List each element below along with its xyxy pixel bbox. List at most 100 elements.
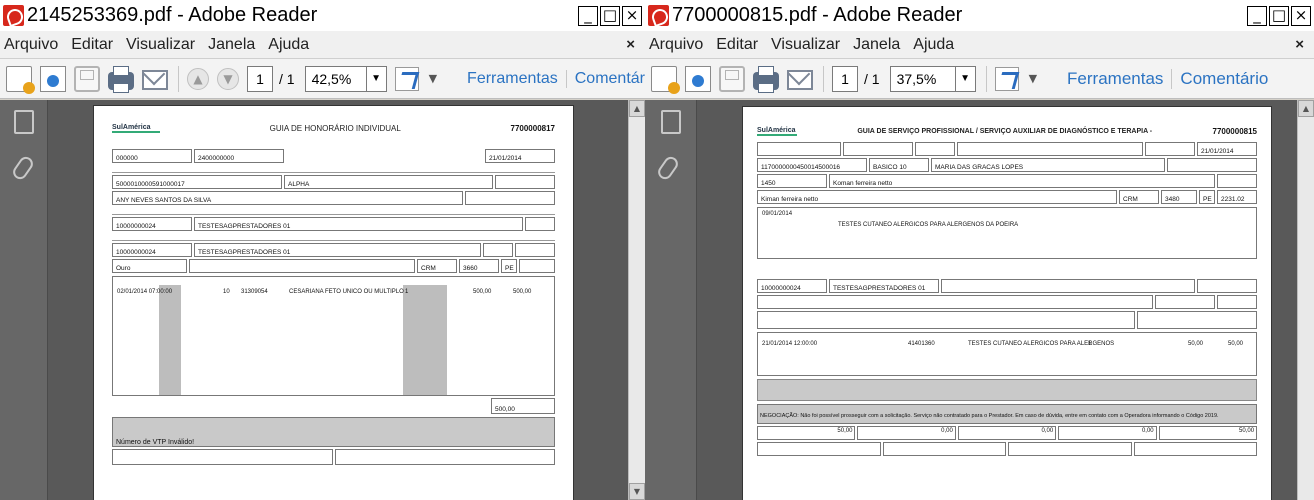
card-value: 1170000000450014500016 bbox=[761, 164, 841, 171]
request-description: TESTES CUTANEO ALERGICOS PARA ALERGENOS … bbox=[838, 222, 1019, 228]
toolbar: ▲ ▼ 1 / 1 42,5% ▼ ▼ Ferramentas Comentár… bbox=[0, 59, 645, 99]
requested-procedures: 09/01/2014 TESTES CUTANEO ALERGICOS PARA… bbox=[757, 207, 1257, 259]
title-bar[interactable]: 7700000815.pdf - Adobe Reader _ □ × bbox=[645, 0, 1314, 31]
guia-value: 2400000000 bbox=[198, 155, 235, 162]
menu-ajuda[interactable]: Ajuda bbox=[913, 36, 954, 54]
save-icon[interactable] bbox=[719, 65, 745, 92]
pdf-page: SulAmérica GUIA DE HONORÁRIO INDIVIDUAL … bbox=[93, 105, 574, 500]
reg-value: 000000 bbox=[116, 155, 138, 162]
save-icon[interactable] bbox=[74, 65, 100, 92]
create-pdf-icon[interactable] bbox=[651, 65, 680, 94]
maximize-button[interactable]: □ bbox=[600, 5, 620, 26]
fit-page-icon[interactable] bbox=[994, 66, 1019, 91]
print-icon[interactable] bbox=[108, 65, 134, 93]
page-number-input[interactable]: 1 bbox=[247, 65, 273, 92]
procedures-table: 02/01/2014 07:00:00 10 31309054 CESARIAN… bbox=[112, 276, 555, 396]
address-value: Ouro bbox=[116, 265, 131, 272]
create-pdf-icon[interactable] bbox=[6, 65, 35, 94]
proc-qty: 1 bbox=[405, 289, 409, 295]
vertical-scrollbar[interactable]: ▲ bbox=[1297, 100, 1314, 500]
executor-name: TESTESAGPRESTADORES 01 bbox=[198, 249, 291, 256]
document-number: 7700000815 bbox=[1212, 127, 1258, 136]
menu-arquivo[interactable]: Arquivo bbox=[649, 36, 703, 54]
window-title: 2145253369.pdf - Adobe Reader bbox=[27, 4, 318, 26]
page-total: / 1 bbox=[864, 70, 880, 87]
email-icon[interactable] bbox=[787, 70, 813, 90]
observation-box: NEGOCIAÇÃO: Não foi possível prosseguir … bbox=[757, 404, 1257, 424]
menu-janela[interactable]: Janela bbox=[208, 36, 255, 54]
fit-page-icon[interactable] bbox=[394, 66, 419, 91]
crm-number: 3480 bbox=[1165, 196, 1180, 203]
procedures-table: 21/01/2014 12:00:00 41401360 TESTES CUTA… bbox=[757, 332, 1257, 376]
scroll-up-icon[interactable]: ▲ bbox=[629, 100, 645, 117]
total-3: 0,00 bbox=[1041, 428, 1054, 434]
card-value: 5000010000591000017 bbox=[116, 181, 185, 188]
proc-value: 50,00 bbox=[1188, 341, 1204, 347]
zoom-dropdown-icon[interactable]: ▼ bbox=[955, 65, 976, 92]
plan-value: ALPHA bbox=[288, 181, 310, 188]
vertical-scrollbar[interactable]: ▲ ▼ bbox=[628, 100, 645, 500]
observation-text: Número de VTP Inválido! bbox=[116, 439, 195, 446]
document-area[interactable]: SulAmérica GUIA DE HONORÁRIO INDIVIDUAL … bbox=[0, 100, 645, 500]
next-page-icon[interactable]: ▼ bbox=[217, 67, 239, 90]
uf-value: PE bbox=[505, 265, 514, 272]
minimize-button[interactable]: _ bbox=[1247, 5, 1267, 26]
print-icon[interactable] bbox=[753, 65, 779, 93]
tools-button[interactable]: Ferramentas bbox=[459, 70, 566, 88]
menu-editar[interactable]: Editar bbox=[716, 36, 758, 54]
email-icon[interactable] bbox=[142, 70, 168, 90]
zoom-input[interactable]: 37,5% bbox=[889, 65, 956, 92]
close-document-icon[interactable]: × bbox=[626, 36, 635, 53]
crm-number: 3660 bbox=[463, 265, 478, 272]
zoom-input[interactable]: 42,5% bbox=[304, 65, 367, 92]
attachments-icon[interactable] bbox=[655, 154, 681, 182]
document-area[interactable]: SulAmérica GUIA DE SERVIÇO PROFISSIONAL … bbox=[645, 100, 1314, 500]
date-value: 21/01/2014 bbox=[489, 155, 522, 162]
contractor-name: TESTESAGPRESTADORES 01 bbox=[198, 223, 291, 230]
close-document-icon[interactable]: × bbox=[1295, 36, 1304, 53]
attachments-icon[interactable] bbox=[10, 154, 36, 182]
menu-janela[interactable]: Janela bbox=[853, 36, 900, 54]
proc-date: 21/01/2014 12:00:00 bbox=[762, 341, 818, 347]
page-thumbnails-icon[interactable] bbox=[660, 110, 681, 134]
menu-editar[interactable]: Editar bbox=[71, 36, 113, 54]
signature-box bbox=[757, 379, 1257, 401]
menu-ajuda[interactable]: Ajuda bbox=[268, 36, 309, 54]
page-number-input[interactable]: 1 bbox=[832, 65, 858, 92]
toolbar-options-icon[interactable]: ▼ bbox=[429, 72, 437, 85]
zoom-dropdown-icon[interactable]: ▼ bbox=[366, 65, 387, 92]
tools-button[interactable]: Ferramentas bbox=[1059, 69, 1171, 89]
combine-files-icon[interactable] bbox=[685, 65, 711, 92]
reader-window-2: 7700000815.pdf - Adobe Reader _ □ × Arqu… bbox=[645, 0, 1314, 500]
menu-visualizar[interactable]: Visualizar bbox=[126, 36, 195, 54]
menu-visualizar[interactable]: Visualizar bbox=[771, 36, 840, 54]
total-1: 50,00 bbox=[837, 428, 853, 434]
comment-button[interactable]: Comentário bbox=[565, 69, 645, 88]
minimize-button[interactable]: _ bbox=[578, 5, 598, 26]
toolbar: 1 / 1 37,5% ▼ ▼ Ferramentas Comentário bbox=[645, 59, 1314, 99]
close-button[interactable]: × bbox=[622, 5, 642, 26]
menu-arquivo[interactable]: Arquivo bbox=[4, 36, 58, 54]
proc-description: CESARIANA FETO UNICO OU MULTIPLO bbox=[289, 289, 404, 295]
request-date: 09/01/2014 bbox=[762, 211, 793, 217]
cbo-value: 2231.02 bbox=[1221, 196, 1245, 203]
scroll-down-icon[interactable]: ▼ bbox=[629, 483, 645, 500]
pdf-page: SulAmérica GUIA DE SERVIÇO PROFISSIONAL … bbox=[742, 106, 1272, 500]
proc-table: 10 bbox=[223, 289, 230, 295]
uf-value: PE bbox=[1203, 196, 1212, 203]
crm-label: CRM bbox=[421, 265, 436, 272]
window-title: 7700000815.pdf - Adobe Reader bbox=[672, 4, 963, 26]
scroll-up-icon[interactable]: ▲ bbox=[1298, 100, 1314, 117]
comment-button[interactable]: Comentário bbox=[1171, 68, 1276, 89]
executor-name: TESTESAGPRESTADORES 01 bbox=[833, 285, 926, 292]
previous-page-icon[interactable]: ▲ bbox=[187, 67, 209, 90]
combine-files-icon[interactable] bbox=[40, 65, 66, 92]
maximize-button[interactable]: □ bbox=[1269, 5, 1289, 26]
toolbar-options-icon[interactable]: ▼ bbox=[1029, 72, 1037, 85]
title-bar[interactable]: 2145253369.pdf - Adobe Reader _ □ × bbox=[0, 0, 645, 31]
page-thumbnails-icon[interactable] bbox=[13, 110, 34, 134]
close-button[interactable]: × bbox=[1291, 5, 1311, 26]
total-4: 0,00 bbox=[1141, 428, 1154, 434]
executor-code: 10000000024 bbox=[761, 285, 801, 292]
observation-box: Número de VTP Inválido! bbox=[112, 417, 555, 447]
